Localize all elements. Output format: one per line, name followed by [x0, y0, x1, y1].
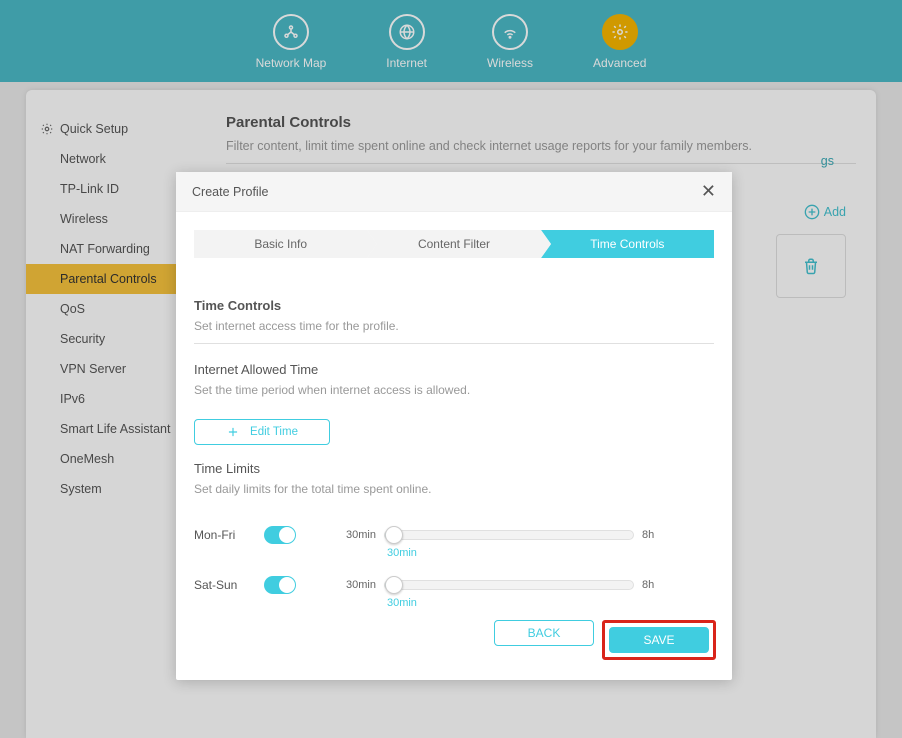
tab-time-controls[interactable]: Time Controls [541, 230, 714, 258]
tab-basic-info[interactable]: Basic Info [194, 230, 367, 258]
slider-min-label: 30min [346, 579, 376, 591]
section-desc: Set daily limits for the total time spen… [194, 482, 714, 506]
modal-header: Create Profile ✕ [176, 172, 732, 212]
tab-label: Basic Info [254, 237, 307, 251]
weekday-toggle[interactable] [264, 526, 296, 544]
slider-track[interactable]: 30min [384, 580, 634, 590]
limit-label: Mon-Fri [194, 528, 264, 542]
section-heading: Internet Allowed Time [194, 362, 714, 377]
close-icon[interactable]: ✕ [701, 181, 716, 202]
weekend-slider[interactable]: 30min 30min 8h [346, 579, 654, 591]
modal-title: Create Profile [192, 185, 268, 199]
limit-row-weekend: Sat-Sun 30min 30min 8h [194, 576, 714, 594]
tab-content-filter[interactable]: Content Filter [367, 230, 540, 258]
edit-time-label: Edit Time [250, 426, 298, 438]
save-button[interactable]: SAVE [609, 627, 709, 653]
weekend-toggle[interactable] [264, 576, 296, 594]
section-desc: Set internet access time for the profile… [194, 319, 714, 344]
slider-value: 30min [387, 597, 417, 609]
weekday-slider[interactable]: 30min 30min 8h [346, 529, 654, 541]
edit-time-button[interactable]: Edit Time [194, 419, 330, 445]
limit-row-weekday: Mon-Fri 30min 30min 8h [194, 526, 714, 544]
tab-label: Time Controls [590, 237, 664, 251]
wizard-tabs: Basic Info Content Filter Time Controls [176, 212, 732, 258]
limit-label: Sat-Sun [194, 578, 264, 592]
slider-min-label: 30min [346, 529, 376, 541]
slider-value: 30min [387, 547, 417, 559]
plus-icon [226, 425, 240, 439]
save-label: SAVE [643, 633, 674, 647]
back-label: BACK [528, 626, 561, 640]
section-desc: Set the time period when internet access… [194, 383, 714, 407]
toggle-knob [279, 577, 295, 593]
slider-handle[interactable] [385, 526, 403, 544]
modal-footer: BACK SAVE [176, 616, 732, 680]
back-button[interactable]: BACK [494, 620, 594, 646]
create-profile-modal: Create Profile ✕ Basic Info Content Filt… [176, 172, 732, 680]
save-highlight-box: SAVE [602, 620, 716, 660]
tab-label: Content Filter [418, 237, 490, 251]
section-heading: Time Limits [194, 461, 714, 476]
slider-max-label: 8h [642, 579, 654, 591]
section-heading: Time Controls [194, 298, 714, 313]
slider-track[interactable]: 30min [384, 530, 634, 540]
slider-max-label: 8h [642, 529, 654, 541]
slider-handle[interactable] [385, 576, 403, 594]
toggle-knob [279, 527, 295, 543]
modal-body: Time Controls Set internet access time f… [176, 258, 732, 616]
